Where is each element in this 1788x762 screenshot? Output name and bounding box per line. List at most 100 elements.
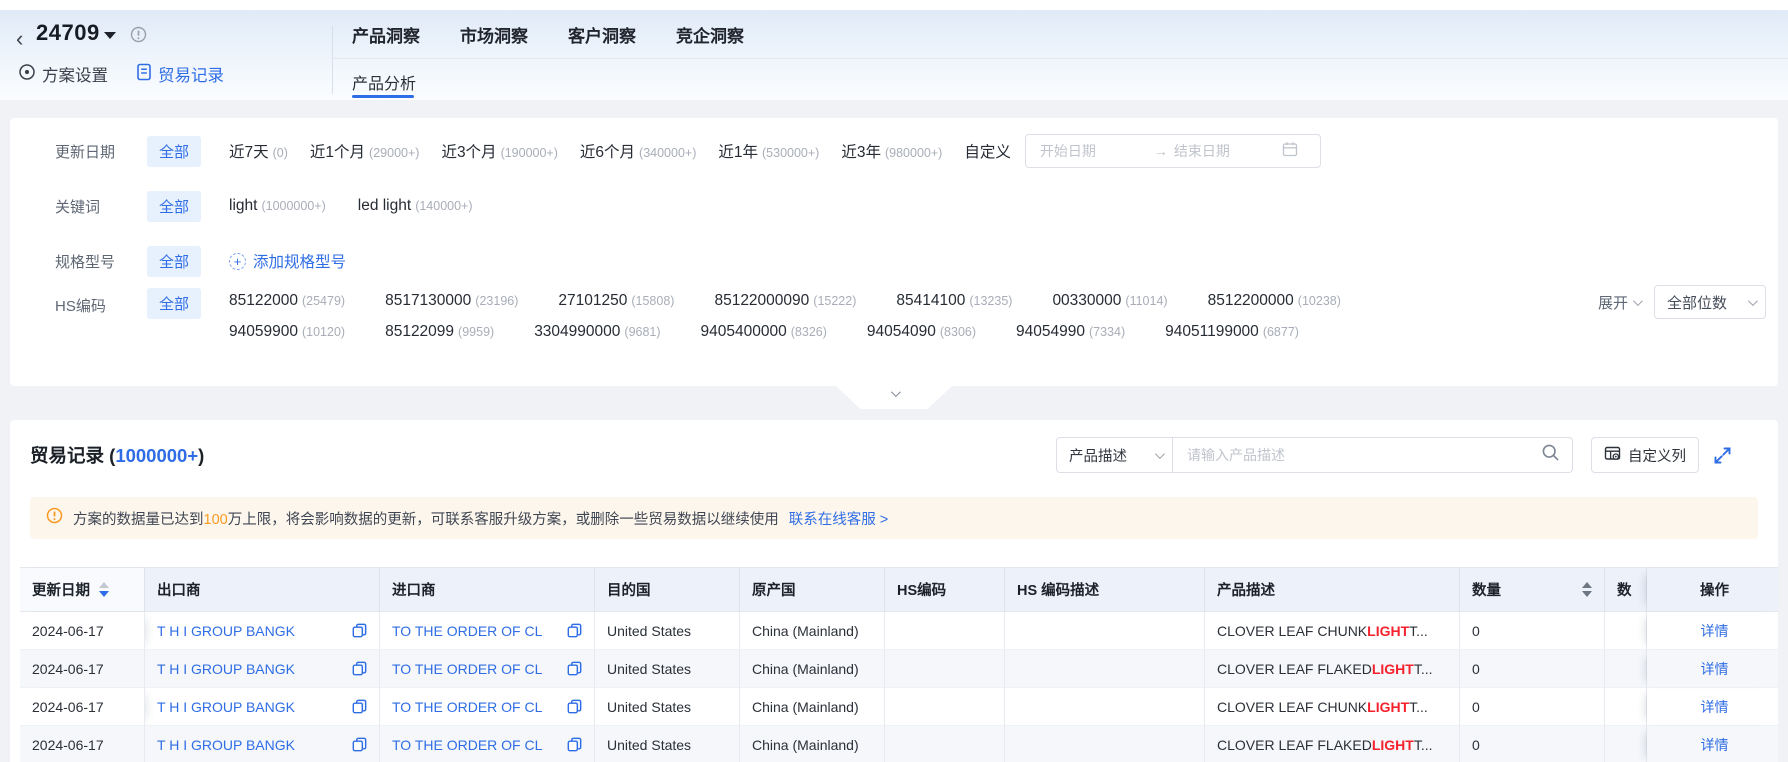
importer-link[interactable]: TO THE ORDER OF CL	[392, 623, 542, 639]
hs-code-option[interactable]: 9405400000 (8326)	[701, 323, 827, 341]
filter-option[interactable]: 近3个月 (190000+)	[441, 140, 557, 162]
tab-plan-settings[interactable]: 方案设置	[18, 62, 108, 86]
hs-code-option[interactable]: 85414100 (13235)	[896, 292, 1012, 310]
plus-circle-icon: +	[229, 252, 247, 270]
hs-code-option[interactable]: 85122000 (25479)	[229, 292, 345, 310]
cell-hs-desc	[1005, 612, 1205, 650]
detail-link[interactable]: 详情	[1701, 735, 1729, 755]
hs-code-option[interactable]: 3304990000 (9681)	[534, 323, 660, 341]
sort-desc-icon[interactable]	[1582, 591, 1592, 597]
copy-icon[interactable]	[567, 623, 582, 638]
filter-all-chip[interactable]: 全部	[147, 190, 202, 222]
hs-code-option[interactable]: 94059900 (10120)	[229, 323, 345, 341]
active-tab-underline	[352, 95, 414, 98]
keyword-highlight: LIGHT	[1367, 698, 1410, 715]
cell-update-date: 2024-06-17	[20, 650, 145, 688]
cell-destination: United States	[595, 612, 740, 650]
hs-code-option[interactable]: 94054090 (8306)	[867, 323, 976, 341]
warning-icon	[46, 507, 63, 529]
filter-option[interactable]: 近6个月 (340000+)	[580, 140, 696, 162]
sort-asc-icon[interactable]	[99, 582, 109, 588]
copy-icon[interactable]	[567, 661, 582, 676]
back-chevron-icon[interactable]: ‹	[16, 26, 36, 52]
sort-icons[interactable]	[1582, 582, 1592, 597]
filter-option[interactable]: 近7天 (0)	[229, 140, 288, 162]
end-date-input[interactable]	[1173, 143, 1282, 159]
importer-link[interactable]: TO THE ORDER OF CL	[392, 661, 542, 677]
plan-id[interactable]: 24709	[36, 20, 100, 46]
hs-code-option[interactable]: 94054990 (7334)	[1016, 323, 1125, 341]
copy-icon[interactable]	[352, 699, 367, 714]
tab-trade-records[interactable]: 贸易记录	[136, 62, 224, 86]
cell-importer: TO THE ORDER OF CL	[380, 650, 595, 688]
cell-importer: TO THE ORDER OF CL	[380, 726, 595, 762]
add-spec-button[interactable]: + 添加规格型号	[229, 250, 346, 272]
filter-all-chip[interactable]: 全部	[147, 245, 202, 277]
info-circle-icon[interactable]	[130, 26, 147, 48]
copy-icon[interactable]	[352, 737, 367, 752]
copy-icon[interactable]	[352, 623, 367, 638]
cell-quantity: 0	[1460, 688, 1605, 726]
fullscreen-icon[interactable]	[1712, 445, 1733, 466]
nav-tab-product-insight[interactable]: 产品洞察	[352, 22, 420, 47]
exporter-link[interactable]: T H I GROUP BANGK	[157, 699, 295, 715]
exporter-link[interactable]: T H I GROUP BANGK	[157, 737, 295, 753]
filter-option[interactable]: 近1个月 (29000+)	[310, 140, 420, 162]
hs-code-option[interactable]: 8517130000 (23196)	[385, 292, 518, 310]
filter-option[interactable]: 近1年 (530000+)	[718, 140, 819, 162]
copy-icon[interactable]	[567, 699, 582, 714]
start-date-input[interactable]	[1039, 143, 1148, 159]
sort-asc-icon[interactable]	[1582, 582, 1592, 588]
custom-date-label[interactable]: 自定义	[964, 140, 1011, 162]
search-icon[interactable]	[1541, 443, 1560, 467]
customize-columns-button[interactable]: 自定义列	[1591, 437, 1699, 473]
nav-tab-market-insight[interactable]: 市场洞察	[460, 22, 528, 47]
collapse-panel-handle[interactable]	[836, 386, 952, 409]
importer-link[interactable]: TO THE ORDER OF CL	[392, 737, 542, 753]
hs-code-option[interactable]: 85122000090 (15222)	[714, 292, 856, 310]
digits-select[interactable]: 全部位数	[1654, 285, 1766, 319]
sort-icons[interactable]	[99, 582, 109, 597]
search-type-select[interactable]: 产品描述	[1056, 437, 1173, 473]
filter-option[interactable]: 近3年 (980000+)	[841, 140, 942, 162]
col-header-quantity[interactable]: 数量	[1460, 568, 1605, 611]
filter-option[interactable]: led light (140000+)	[358, 197, 473, 215]
exporter-link[interactable]: T H I GROUP BANGK	[157, 623, 295, 639]
trade-records-table: 更新日期 出口商 进口商 目的国 原产国 HS编码 HS 编码描述 产品描述 数…	[20, 567, 1778, 762]
detail-link[interactable]: 详情	[1701, 621, 1729, 641]
hs-code-option[interactable]: 00330000 (11014)	[1052, 292, 1167, 310]
filter-all-chip[interactable]: 全部	[147, 135, 202, 167]
expand-button[interactable]: 展开	[1598, 292, 1643, 313]
hs-code-option[interactable]: 27101250 (15808)	[558, 292, 674, 310]
sort-desc-icon[interactable]	[99, 591, 109, 597]
exporter-link[interactable]: T H I GROUP BANGK	[157, 661, 295, 677]
filter-label: 规格型号	[55, 253, 116, 271]
table-row: 2024-06-17 T H I GROUP BANGK TO THE ORDE…	[20, 688, 1778, 726]
nav-tab-customer-insight[interactable]: 客户洞察	[568, 22, 636, 47]
detail-link[interactable]: 详情	[1701, 697, 1729, 717]
date-range-picker[interactable]: →	[1024, 134, 1321, 168]
caret-down-icon[interactable]	[104, 32, 116, 39]
col-header-update-date[interactable]: 更新日期	[20, 568, 145, 611]
table-row: 2024-06-17 T H I GROUP BANGK TO THE ORDE…	[20, 612, 1778, 650]
cell-quantity-unit	[1605, 688, 1647, 726]
chevron-down-icon	[1154, 448, 1165, 459]
copy-icon[interactable]	[352, 661, 367, 676]
cell-product-desc: CLOVER LEAF CHUNK LIGHT T...	[1205, 612, 1460, 650]
chevron-down-icon	[1747, 295, 1758, 306]
contact-support-link[interactable]: 联系在线客服 >	[789, 512, 889, 528]
hs-code-option[interactable]: 94051199000 (6877)	[1165, 323, 1299, 341]
nav-tab-competitor-insight[interactable]: 竞企洞察	[676, 22, 744, 47]
hs-code-option[interactable]: 85122099 (9959)	[385, 323, 494, 341]
hs-code-lines: 85122000 (25479) 8517130000 (23196) 271012…	[229, 288, 1341, 341]
search-input[interactable]	[1187, 447, 1541, 463]
hs-code-option[interactable]: 8512200000 (10238)	[1208, 292, 1341, 310]
filter-option[interactable]: light (1000000+)	[229, 197, 326, 215]
filter-all-chip[interactable]: 全部	[147, 288, 202, 319]
sub-tab-product-analysis[interactable]: 产品分析	[352, 70, 416, 94]
copy-icon[interactable]	[567, 737, 582, 752]
detail-link[interactable]: 详情	[1701, 659, 1729, 679]
importer-link[interactable]: TO THE ORDER OF CL	[392, 699, 542, 715]
cell-exporter: T H I GROUP BANGK	[145, 612, 380, 650]
cell-quantity-unit	[1605, 612, 1647, 650]
